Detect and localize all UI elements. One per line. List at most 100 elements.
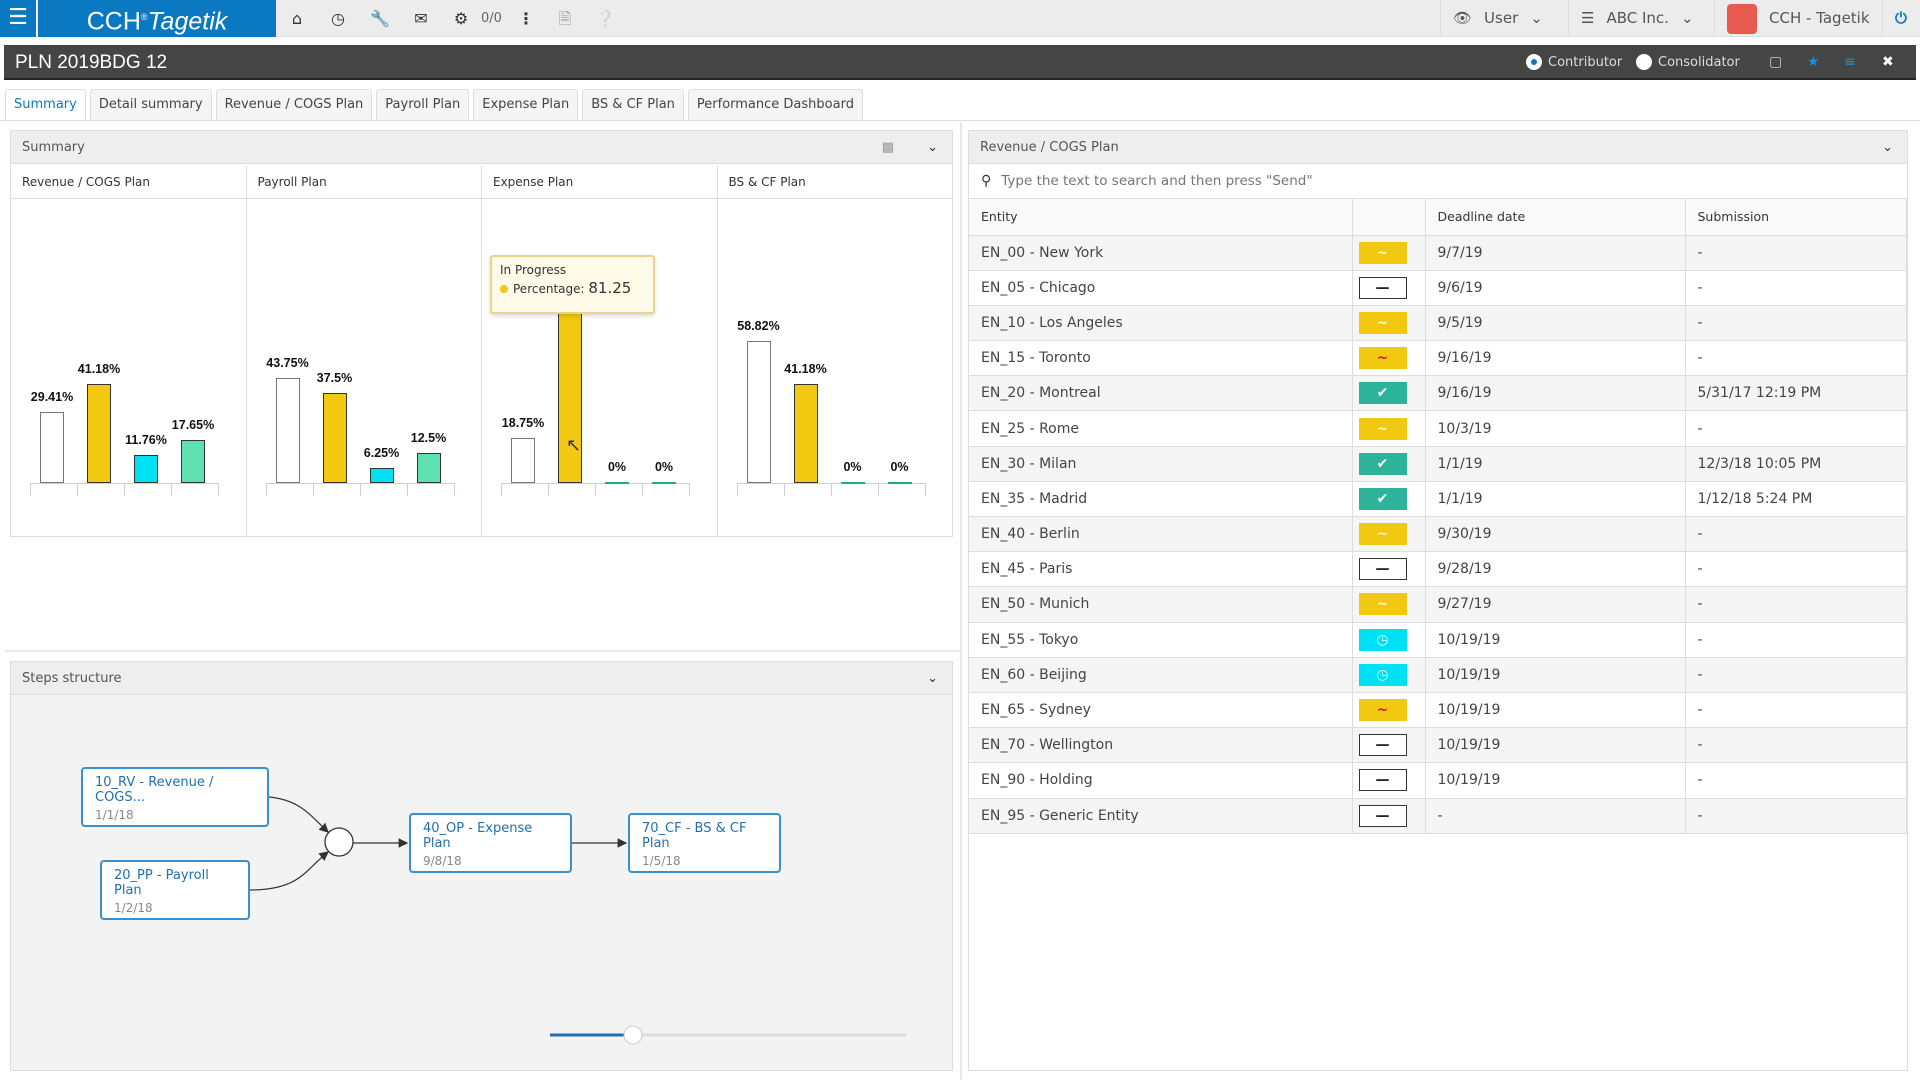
table-row[interactable]: EN_50 - Munich ~ 9/27/19 - bbox=[969, 586, 1907, 623]
radio-dot bbox=[1636, 54, 1652, 70]
company-label: ABC Inc. bbox=[1606, 9, 1669, 27]
radio-contributor[interactable]: Contributor bbox=[1526, 54, 1622, 70]
chevron-down-icon[interactable]: ⌄ bbox=[1882, 131, 1893, 164]
column-header-entity[interactable]: Entity bbox=[969, 199, 1353, 236]
table-row[interactable]: EN_45 - Paris — 9/28/19 - bbox=[969, 551, 1907, 588]
submission-cell: - bbox=[1685, 586, 1907, 623]
column-header-status[interactable] bbox=[1352, 199, 1426, 236]
deadline-cell: 9/7/19 bbox=[1425, 235, 1686, 271]
power-icon[interactable]: ⏻ bbox=[1882, 0, 1920, 37]
step-label: 40_OP - Expense Plan bbox=[423, 821, 533, 851]
radio-consolidator[interactable]: Consolidator bbox=[1636, 54, 1740, 70]
tilde-icon: ~ bbox=[1376, 596, 1389, 613]
tilde-icon: ~ bbox=[1376, 314, 1389, 331]
deadline-cell: 9/28/19 bbox=[1425, 551, 1686, 588]
step-node-40-op[interactable]: 40_OP - Expense Plan 9/8/18 bbox=[409, 813, 572, 873]
entity-table: Entity Deadline date Submission EN_00 - … bbox=[969, 199, 1907, 834]
step-node-70-cf[interactable]: 70_CF - BS & CF Plan 1/5/18 bbox=[628, 813, 781, 873]
step-label: 70_CF - BS & CF Plan bbox=[642, 821, 747, 851]
entity-cell: EN_10 - Los Angeles bbox=[969, 305, 1353, 342]
chevron-down-icon: ⌄ bbox=[1680, 9, 1694, 27]
status-cell: — bbox=[1352, 727, 1426, 764]
search-input[interactable] bbox=[1001, 173, 1907, 189]
dash-icon: — bbox=[1375, 737, 1390, 754]
settings-sliders-icon[interactable]: ≡ bbox=[1844, 45, 1856, 80]
status-cell: ✔ bbox=[1352, 375, 1426, 412]
dash-icon: — bbox=[1375, 807, 1390, 824]
deadline-cell: 9/6/19 bbox=[1425, 270, 1686, 306]
status-cell: ✔ bbox=[1352, 446, 1426, 482]
submission-cell: 1/12/18 5:24 PM bbox=[1685, 481, 1907, 518]
table-row[interactable]: EN_25 - Rome ~ 10/3/19 - bbox=[969, 410, 1907, 447]
status-cell: ~ bbox=[1352, 410, 1426, 447]
submission-cell: - bbox=[1685, 622, 1907, 658]
check-icon: ✔ bbox=[1376, 490, 1389, 507]
table-row[interactable]: EN_70 - Wellington — 10/19/19 - bbox=[969, 727, 1907, 764]
status-badge-in-progress: ~ bbox=[1358, 241, 1407, 264]
step-date: 1/2/18 bbox=[114, 901, 153, 915]
status-cell: ✔ bbox=[1352, 481, 1426, 518]
deadline-cell: 9/27/19 bbox=[1425, 586, 1686, 623]
status-badge-completed: ✔ bbox=[1358, 382, 1407, 405]
clock-icon: ◷ bbox=[1376, 666, 1389, 683]
status-cell: ~ bbox=[1352, 586, 1426, 623]
table-row[interactable]: EN_35 - Madrid ✔ 1/1/19 1/12/18 5:24 PM bbox=[969, 481, 1907, 518]
status-cell: ~ bbox=[1352, 692, 1426, 729]
column-header-submission[interactable]: Submission bbox=[1685, 199, 1907, 236]
column-header-deadline[interactable]: Deadline date bbox=[1425, 199, 1686, 236]
table-row[interactable]: EN_95 - Generic Entity — - - bbox=[969, 798, 1907, 834]
tilde-icon: ~ bbox=[1376, 526, 1389, 543]
account-label: CCH - Tagetik bbox=[1769, 9, 1870, 27]
company-dropdown[interactable]: ☰ ABC Inc. ⌄ bbox=[1568, 0, 1714, 37]
close-icon[interactable]: ✖ bbox=[1882, 45, 1894, 80]
table-row[interactable]: EN_60 - Beijing ◷ 10/19/19 - bbox=[969, 657, 1907, 693]
deadline-cell: 10/19/19 bbox=[1425, 657, 1686, 693]
user-dropdown[interactable]: 👁 User ⌄ bbox=[1440, 0, 1568, 37]
tilde-icon: ~ bbox=[1376, 350, 1389, 367]
step-node-10-rv[interactable]: 10_RV - Revenue / COGS... 1/1/18 bbox=[81, 767, 269, 827]
table-row[interactable]: EN_30 - Milan ✔ 1/1/19 12/3/18 10:05 PM bbox=[969, 446, 1907, 482]
status-badge-completed: ✔ bbox=[1358, 452, 1407, 475]
submission-cell: - bbox=[1685, 798, 1907, 834]
status-badge-in-progress-late: ~ bbox=[1358, 699, 1407, 722]
table-row[interactable]: EN_00 - New York ~ 9/7/19 - bbox=[969, 235, 1907, 271]
splitter[interactable] bbox=[960, 122, 962, 1080]
status-badge-not-started: — bbox=[1358, 769, 1407, 792]
table-row[interactable]: EN_55 - Tokyo ◷ 10/19/19 - bbox=[969, 622, 1907, 658]
dash-icon: — bbox=[1375, 279, 1390, 296]
merge-node bbox=[324, 827, 354, 857]
table-row[interactable]: EN_15 - Toronto ~ 9/16/19 - bbox=[969, 340, 1907, 377]
status-badge-in-progress: ~ bbox=[1358, 523, 1407, 546]
status-badge-in-progress: ~ bbox=[1358, 311, 1407, 334]
account-menu[interactable]: CCH - Tagetik bbox=[1714, 0, 1882, 37]
status-cell: ~ bbox=[1352, 516, 1426, 553]
search-icon: ⚲ bbox=[981, 173, 992, 189]
step-node-20-pp[interactable]: 20_PP - Payroll Plan 1/2/18 bbox=[100, 860, 250, 920]
submission-cell: - bbox=[1685, 692, 1907, 729]
status-cell: ◷ bbox=[1352, 657, 1426, 693]
status-badge-completed: ✔ bbox=[1358, 487, 1407, 510]
check-icon: ✔ bbox=[1376, 385, 1389, 402]
table-row[interactable]: EN_65 - Sydney ~ 10/19/19 - bbox=[969, 692, 1907, 729]
entity-cell: EN_25 - Rome bbox=[969, 410, 1353, 447]
zoom-slider-handle[interactable] bbox=[623, 1025, 643, 1045]
step-date: 1/5/18 bbox=[642, 854, 681, 868]
entity-cell: EN_90 - Holding bbox=[969, 762, 1353, 799]
entity-cell: EN_45 - Paris bbox=[969, 551, 1353, 588]
submission-cell: - bbox=[1685, 762, 1907, 799]
tilde-icon: ~ bbox=[1376, 702, 1389, 719]
note-icon[interactable]: ▢ bbox=[1769, 45, 1782, 80]
submission-cell: - bbox=[1685, 235, 1907, 271]
status-badge-not-started: — bbox=[1358, 734, 1407, 757]
check-icon: ✔ bbox=[1376, 455, 1389, 472]
table-row[interactable]: EN_20 - Montreal ✔ 9/16/19 5/31/17 12:19… bbox=[969, 375, 1907, 412]
star-icon[interactable]: ★ bbox=[1807, 45, 1820, 80]
table-row[interactable]: EN_40 - Berlin ~ 9/30/19 - bbox=[969, 516, 1907, 553]
table-row[interactable]: EN_90 - Holding — 10/19/19 - bbox=[969, 762, 1907, 799]
dash-icon: — bbox=[1375, 561, 1390, 578]
status-cell: — bbox=[1352, 551, 1426, 588]
entity-cell: EN_50 - Munich bbox=[969, 586, 1353, 623]
table-row[interactable]: EN_05 - Chicago — 9/6/19 - bbox=[969, 270, 1907, 306]
table-row[interactable]: EN_10 - Los Angeles ~ 9/5/19 - bbox=[969, 305, 1907, 342]
deadline-cell: 10/19/19 bbox=[1425, 622, 1686, 658]
